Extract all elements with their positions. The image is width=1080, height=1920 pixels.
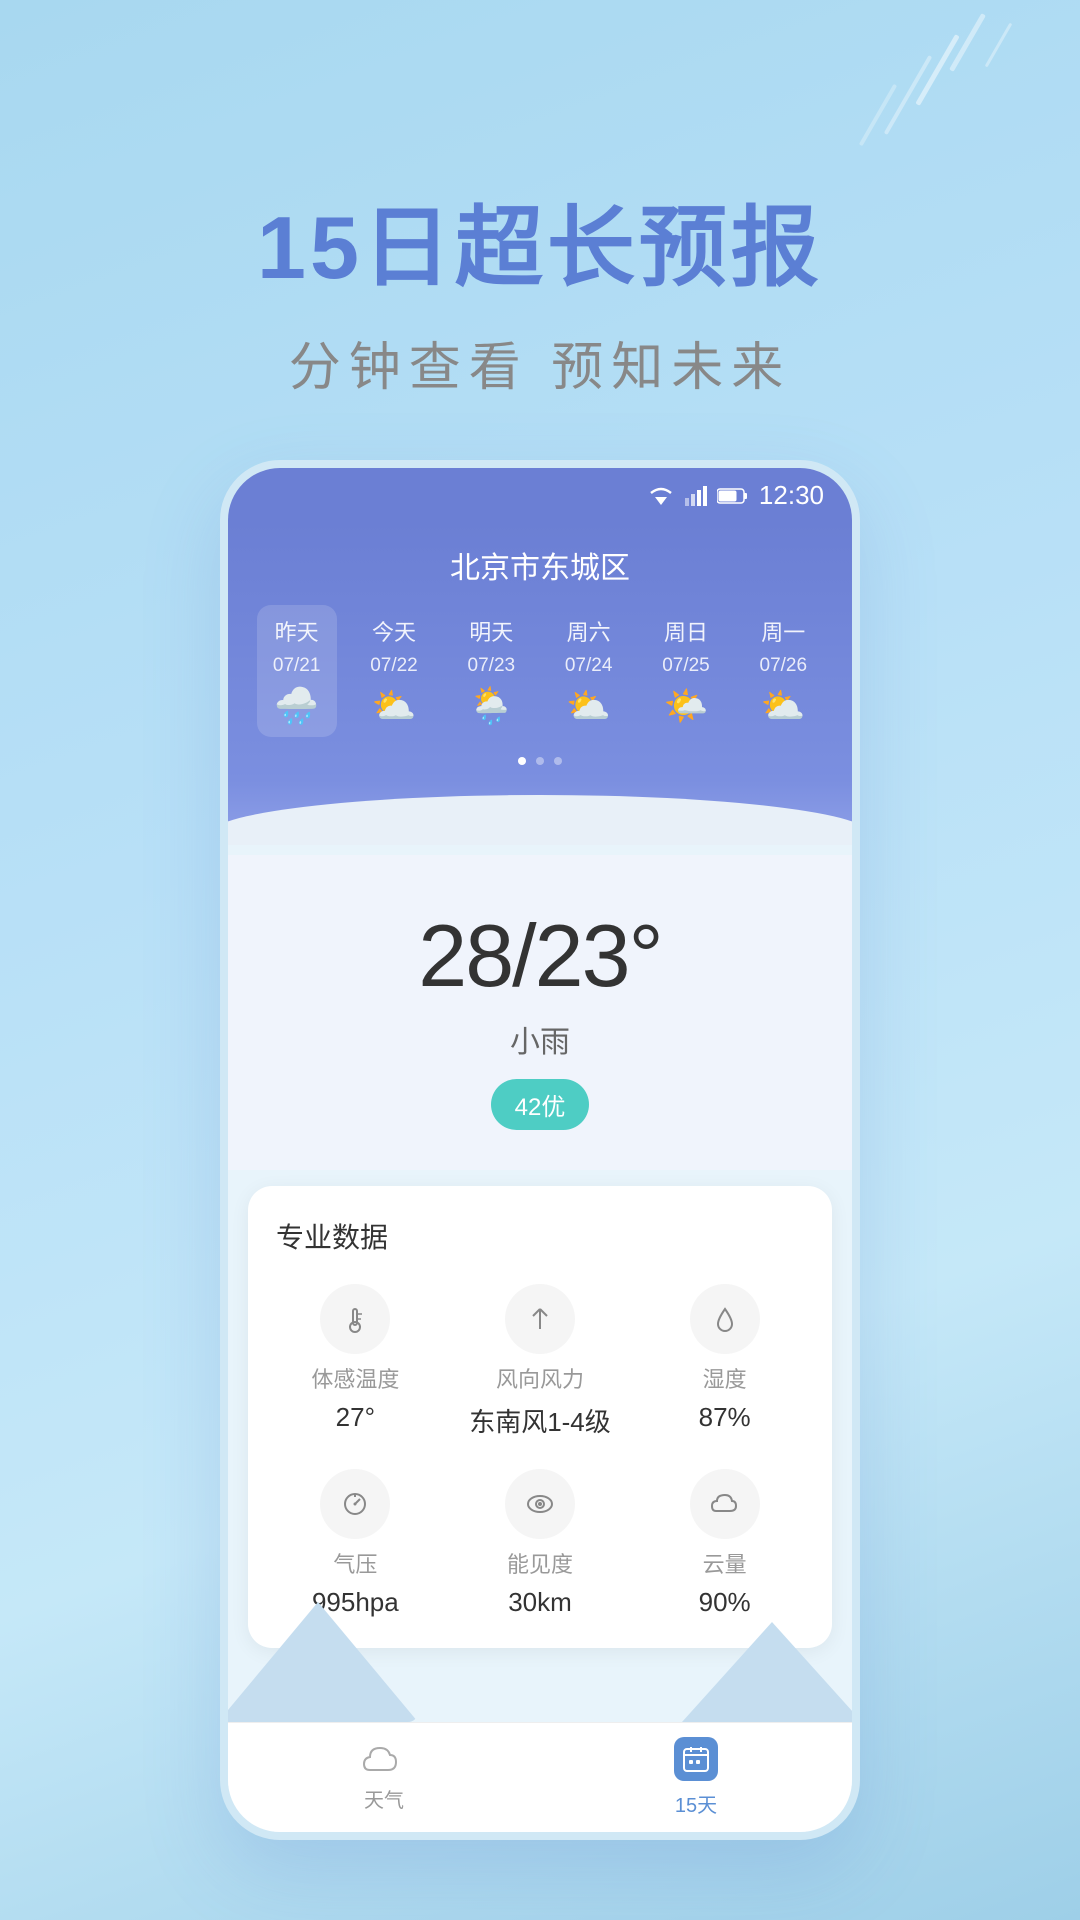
day-weather-icon: 🌤️	[664, 685, 709, 727]
day-label: 昨天	[275, 615, 319, 647]
hero-section: 15日超长预报 分钟查看 预知未来	[0, 200, 1080, 400]
day-weather-icon: ⛅	[372, 685, 417, 727]
day-date: 07/26	[760, 655, 808, 677]
signal-icon	[685, 486, 707, 506]
status-time: 12:30	[759, 480, 824, 511]
days-row: 昨天 07/21 🌧️ 今天 07/22 ⛅ 明天 07/23 🌦️ 周六 07…	[248, 605, 832, 737]
temperature-display: 28/23°	[268, 905, 812, 1007]
data-label: 风向风力	[496, 1362, 584, 1394]
data-icon	[320, 1284, 390, 1354]
dot-1	[518, 757, 526, 765]
day-date: 07/21	[273, 655, 321, 677]
day-item[interactable]: 今天 07/22 ⛅	[354, 615, 434, 727]
data-icon	[505, 1469, 575, 1539]
data-icon	[320, 1469, 390, 1539]
data-label: 云量	[703, 1547, 747, 1579]
day-date: 07/25	[662, 655, 710, 677]
day-weather-icon: 🌦️	[469, 685, 514, 727]
day-weather-icon: ⛅	[566, 685, 611, 727]
data-cell: 云量 90%	[637, 1469, 812, 1618]
day-label: 今天	[372, 615, 416, 647]
cloud-icon	[362, 1742, 406, 1776]
dot-2	[536, 757, 544, 765]
day-label: 周一	[761, 615, 805, 647]
day-weather-icon: ⛅	[761, 685, 806, 727]
rain-decoration	[820, 0, 1020, 220]
day-weather-icon: 🌧️	[274, 685, 319, 727]
hero-subtitle: 分钟查看 预知未来	[0, 325, 1080, 400]
wifi-icon	[647, 485, 675, 507]
data-icon	[690, 1284, 760, 1354]
battery-icon	[717, 487, 749, 505]
calendar-icon	[674, 1737, 718, 1781]
nav-weather-label: 天气	[364, 1784, 404, 1813]
day-date: 07/24	[565, 655, 613, 677]
city-name: 北京市东城区	[248, 543, 832, 587]
day-date: 07/22	[370, 655, 418, 677]
data-label: 气压	[333, 1547, 377, 1579]
data-cell: 气压 995hpa	[268, 1469, 443, 1618]
data-cell: 湿度 87%	[637, 1284, 812, 1439]
weather-description: 小雨	[268, 1017, 812, 1061]
data-label: 湿度	[703, 1362, 747, 1394]
day-item[interactable]: 周一 07/26 ⛅	[743, 615, 823, 727]
data-value: 30km	[508, 1587, 572, 1618]
bottom-nav: 天气 15天	[228, 1722, 852, 1832]
nav-15days[interactable]: 15天	[674, 1737, 718, 1818]
data-cell: 能见度 30km	[453, 1469, 628, 1618]
data-icon	[505, 1284, 575, 1354]
day-label: 明天	[469, 615, 513, 647]
weather-header: 北京市东城区 昨天 07/21 🌧️ 今天 07/22 ⛅ 明天 07/23 🌦…	[228, 523, 852, 845]
pro-data-title: 专业数据	[268, 1216, 812, 1256]
phone-mockup: 12:30 北京市东城区 昨天 07/21 🌧️ 今天 07/22 ⛅ 明天 0…	[220, 460, 860, 1840]
data-value: 90%	[699, 1587, 751, 1618]
status-icons: 12:30	[647, 480, 824, 511]
data-grid: 体感温度 27° 风向风力 东南风1-4级 湿度 87% 气压 995hpa 能…	[268, 1284, 812, 1618]
aqi-badge: 42优	[491, 1079, 590, 1130]
dot-3	[554, 757, 562, 765]
pro-data-section: 专业数据 体感温度 27° 风向风力 东南风1-4级 湿度 87% 气压 995…	[248, 1186, 832, 1648]
day-item[interactable]: 昨天 07/21 🌧️	[257, 605, 337, 737]
day-item[interactable]: 周六 07/24 ⛅	[549, 615, 629, 727]
nav-weather[interactable]: 天气	[362, 1742, 406, 1813]
data-label: 能见度	[507, 1547, 573, 1579]
data-value: 87%	[699, 1402, 751, 1433]
dot-indicator	[248, 757, 832, 765]
data-label: 体感温度	[311, 1362, 399, 1394]
day-label: 周日	[664, 615, 708, 647]
hero-title: 15日超长预报	[0, 200, 1080, 297]
data-value: 27°	[336, 1402, 375, 1433]
day-item[interactable]: 明天 07/23 🌦️	[451, 615, 531, 727]
status-bar: 12:30	[228, 468, 852, 523]
day-date: 07/23	[468, 655, 516, 677]
nav-15days-label: 15天	[675, 1789, 717, 1818]
data-cell: 风向风力 东南风1-4级	[453, 1284, 628, 1439]
data-icon	[690, 1469, 760, 1539]
data-cell: 体感温度 27°	[268, 1284, 443, 1439]
day-item[interactable]: 周日 07/25 🌤️	[646, 615, 726, 727]
data-value: 东南风1-4级	[469, 1402, 611, 1439]
day-label: 周六	[567, 615, 611, 647]
weather-main: 28/23° 小雨 42优	[228, 855, 852, 1170]
